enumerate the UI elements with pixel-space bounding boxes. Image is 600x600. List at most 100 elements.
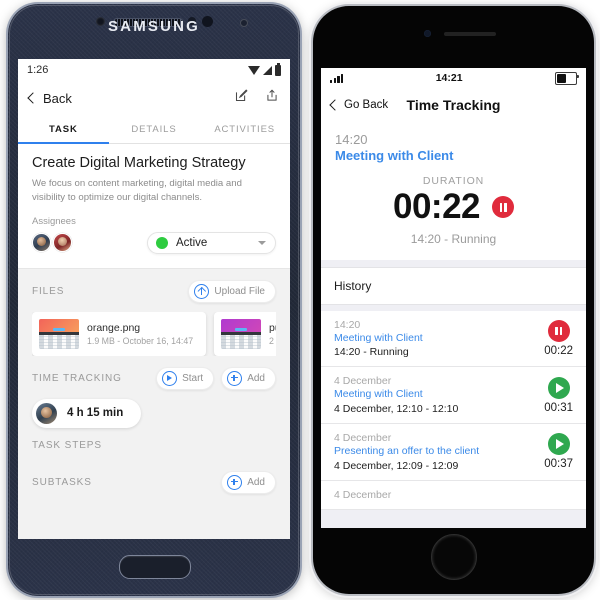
android-screen: 1:26 Back TASK DETAILS ACTIVITIES Create… — [18, 59, 290, 539]
ios-screen: 14:21 Go Back Time Tracking 14:20 Meetin… — [321, 68, 586, 528]
earpiece-speaker-icon — [444, 32, 496, 36]
history-row-action: 00:37 — [544, 433, 573, 470]
play-icon[interactable] — [547, 433, 570, 456]
battery-icon — [275, 62, 281, 76]
timer-task-link[interactable]: Meeting with Client — [335, 148, 572, 163]
ios-status-bar: 14:21 — [321, 68, 586, 88]
status-badge: Active — [176, 236, 208, 249]
start-timer-button[interactable]: Start — [156, 366, 215, 390]
play-icon[interactable] — [547, 376, 570, 399]
pause-icon[interactable] — [492, 196, 515, 219]
time-entry-chip[interactable]: 4 h 15 min — [32, 398, 142, 428]
history-row-task[interactable]: Meeting with Client — [334, 332, 423, 346]
tab-activities[interactable]: ACTIVITIES — [199, 115, 290, 143]
plus-icon — [227, 370, 243, 386]
android-brand-logo: SAMSUNG — [107, 18, 201, 35]
timer-status-text: 14:20 - Running — [410, 231, 497, 246]
duration-label: DURATION — [422, 175, 485, 187]
upload-file-label: Upload File — [214, 285, 265, 297]
history-row-text: 4 December Meeting with Client 4 Decembe… — [334, 375, 458, 415]
history-row-action: 00:31 — [544, 376, 573, 414]
upload-file-button[interactable]: Upload File — [188, 279, 276, 303]
history-row-duration: 00:22 — [544, 345, 573, 358]
ios-top-hardware — [313, 28, 594, 48]
subtasks-title: SUBTASKS — [32, 476, 92, 488]
table-row[interactable]: 4 December — [321, 480, 586, 510]
ios-home-button[interactable] — [430, 534, 477, 580]
status-dropdown[interactable]: Active — [147, 231, 276, 254]
active-timer-panel: 14:20 Meeting with Client DURATION 00:22… — [321, 122, 586, 260]
signal-bars-icon — [330, 73, 344, 83]
task-steps-section: TASK STEPS — [18, 429, 290, 451]
android-content: Create Digital Marketing Strategy We foc… — [18, 144, 290, 539]
assignee-avatars — [32, 233, 72, 253]
android-status-icons — [248, 62, 281, 76]
android-phone-frame: SAMSUNG 1:26 Back TASK DETAILS ACTIVITIE… — [8, 4, 300, 596]
play-icon — [162, 370, 178, 386]
add-subtask-label: Add — [247, 476, 265, 488]
back-button[interactable]: Back — [27, 91, 72, 106]
avatar[interactable] — [53, 233, 72, 253]
history-row-span: 14:20 - Running — [334, 346, 409, 359]
file-thumbnail — [221, 318, 261, 349]
plus-icon — [227, 474, 243, 490]
history-row-date: 4 December — [334, 375, 392, 388]
table-row[interactable]: 4 December Presenting an offer to the cl… — [321, 424, 586, 481]
file-name: purple.png — [269, 321, 276, 334]
history-row-duration: 00:37 — [544, 458, 573, 471]
go-back-button[interactable]: Go Back — [329, 98, 389, 111]
time-tracking-title: TIME TRACKING — [32, 372, 122, 384]
duration-row: 00:22 — [335, 188, 572, 226]
add-subtask-button[interactable]: Add — [221, 470, 276, 494]
go-back-label: Go Back — [344, 99, 389, 111]
assignees-label: Assignees — [32, 215, 76, 227]
history-panel: History 14:20 Meeting with Client 14:20 … — [321, 259, 586, 528]
assignees-row: Active — [32, 231, 276, 254]
history-row-text: 4 December Presenting an offer to the cl… — [334, 432, 479, 472]
wifi-icon — [248, 65, 260, 75]
files-section-title: FILES — [32, 285, 65, 297]
ios-nav-bar: Go Back Time Tracking — [321, 88, 586, 122]
share-icon[interactable] — [265, 88, 279, 108]
android-home-button[interactable] — [119, 555, 191, 579]
edit-icon[interactable] — [234, 88, 249, 108]
ios-clock: 14:21 — [435, 72, 463, 84]
ios-phone-frame: 14:21 Go Back Time Tracking 14:20 Meetin… — [313, 6, 594, 594]
table-row[interactable]: 14:20 Meeting with Client 14:20 - Runnin… — [321, 310, 586, 368]
files-section: FILES Upload File orange.png 1.9 MB - Oc… — [18, 269, 290, 356]
task-steps-header: TASK STEPS — [32, 440, 276, 451]
history-row-task[interactable]: Meeting with Client — [334, 388, 458, 402]
history-row-date: 14:20 — [334, 318, 361, 331]
page-title: Create Digital Marketing Strategy — [32, 155, 246, 171]
start-label: Start — [182, 372, 204, 384]
signal-icon — [263, 65, 272, 75]
avatar[interactable] — [32, 233, 51, 253]
history-row-task[interactable]: Presenting an offer to the client — [334, 445, 479, 459]
chevron-left-icon — [27, 91, 39, 104]
android-app-bar-actions — [234, 88, 279, 108]
files-list: orange.png 1.9 MB - October 16, 14:47 p … — [32, 311, 276, 356]
pause-icon[interactable] — [547, 320, 570, 343]
list-item[interactable]: orange.png 1.9 MB - October 16, 14:47 — [32, 311, 206, 356]
android-tab-bar: TASK DETAILS ACTIVITIES — [18, 115, 290, 144]
table-row[interactable]: 4 December Meeting with Client 4 Decembe… — [321, 367, 586, 425]
file-meta: purple.png 2 MB - Oct — [269, 322, 276, 346]
history-row-duration: 00:31 — [544, 401, 573, 414]
history-row-date: 4 December — [334, 488, 392, 501]
list-item[interactable]: purple.png 2 MB - Oct — [214, 311, 276, 356]
devices-stage: SAMSUNG 1:26 Back TASK DETAILS ACTIVITIE… — [0, 0, 600, 600]
tab-task[interactable]: TASK — [18, 115, 109, 144]
history-row-action: 00:22 — [544, 320, 573, 357]
subtasks-section: SUBTASKS Add — [18, 460, 290, 494]
file-name: orange.png — [87, 321, 141, 334]
status-dot-icon — [156, 236, 168, 249]
task-steps-title: TASK STEPS — [32, 439, 102, 451]
timer-start-time: 14:20 — [335, 132, 368, 147]
tab-details[interactable]: DETAILS — [109, 115, 200, 143]
files-section-header: FILES Upload File — [32, 279, 276, 303]
task-summary-card: Create Digital Marketing Strategy We foc… — [18, 144, 290, 269]
history-row-span: 4 December, 12:10 - 12:10 — [334, 403, 459, 416]
history-row-text: 4 December — [334, 489, 391, 501]
file-meta: orange.png 1.9 MB - October 16, 14:47 — [87, 322, 193, 346]
add-time-button[interactable]: Add — [221, 366, 276, 390]
